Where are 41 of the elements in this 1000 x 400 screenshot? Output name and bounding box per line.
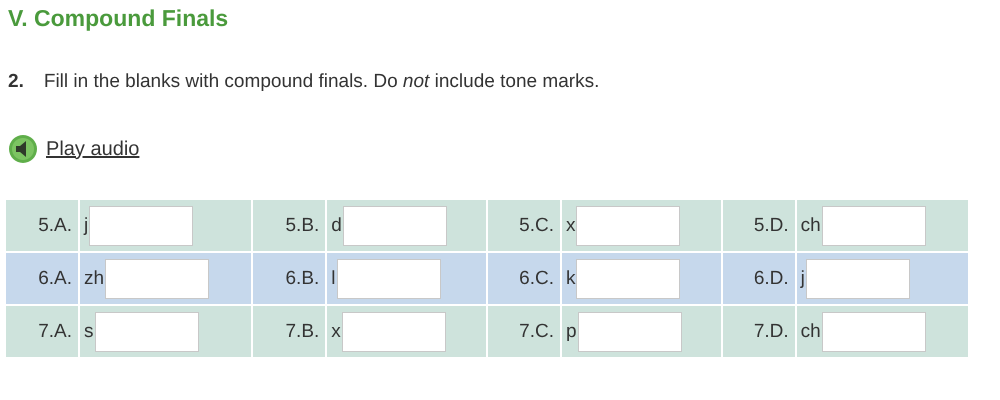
initial-text: zh: [84, 268, 104, 288]
answer-field[interactable]: [342, 312, 446, 352]
answer-field[interactable]: [806, 258, 910, 298]
answer-field[interactable]: [336, 258, 441, 298]
item-label: 7.C.: [488, 306, 560, 357]
item-label: 5.B.: [253, 200, 326, 251]
initial-text: x: [331, 320, 341, 342]
section-heading: V. Compound Finals: [8, 4, 230, 32]
initial-text: l: [331, 268, 336, 288]
answer-field[interactable]: [105, 258, 210, 298]
initial-text: p: [566, 320, 577, 342]
item-label: 5.C.: [488, 200, 560, 251]
initial-text: s: [84, 320, 94, 342]
initial-text: j: [800, 268, 805, 288]
item-label: 6.C.: [488, 253, 560, 304]
item-label: 7.B.: [253, 306, 326, 357]
answer-field[interactable]: [822, 312, 926, 352]
play-audio-link[interactable]: Play audio: [46, 138, 140, 160]
initial-text: k: [566, 268, 576, 288]
answer-field[interactable]: [94, 312, 198, 352]
initial-text: d: [331, 214, 342, 236]
answer-field[interactable]: [576, 206, 680, 246]
answer-field[interactable]: [342, 206, 447, 246]
item-label: 7.A.: [6, 306, 78, 357]
item-label: 6.A.: [6, 253, 78, 304]
answer-field[interactable]: [576, 258, 680, 298]
initial-text: ch: [800, 214, 821, 236]
answer-field[interactable]: [89, 206, 194, 246]
initial-text: ch: [800, 320, 821, 342]
item-label: 6.D.: [722, 253, 795, 304]
item-label: 7.D.: [722, 306, 795, 357]
speaker-icon[interactable]: [8, 134, 38, 164]
initial-text: x: [566, 214, 576, 236]
answer-field[interactable]: [578, 312, 682, 352]
item-label: 6.B.: [253, 253, 326, 304]
question-text: Fill in the blanks with compound finals. Do not include tone marks.: [44, 70, 600, 94]
item-label: 5.A.: [6, 200, 78, 251]
question-number: 2.: [8, 70, 24, 94]
initial-text: j: [84, 214, 88, 236]
answer-field[interactable]: [822, 206, 926, 246]
item-label: 5.D.: [722, 200, 795, 251]
